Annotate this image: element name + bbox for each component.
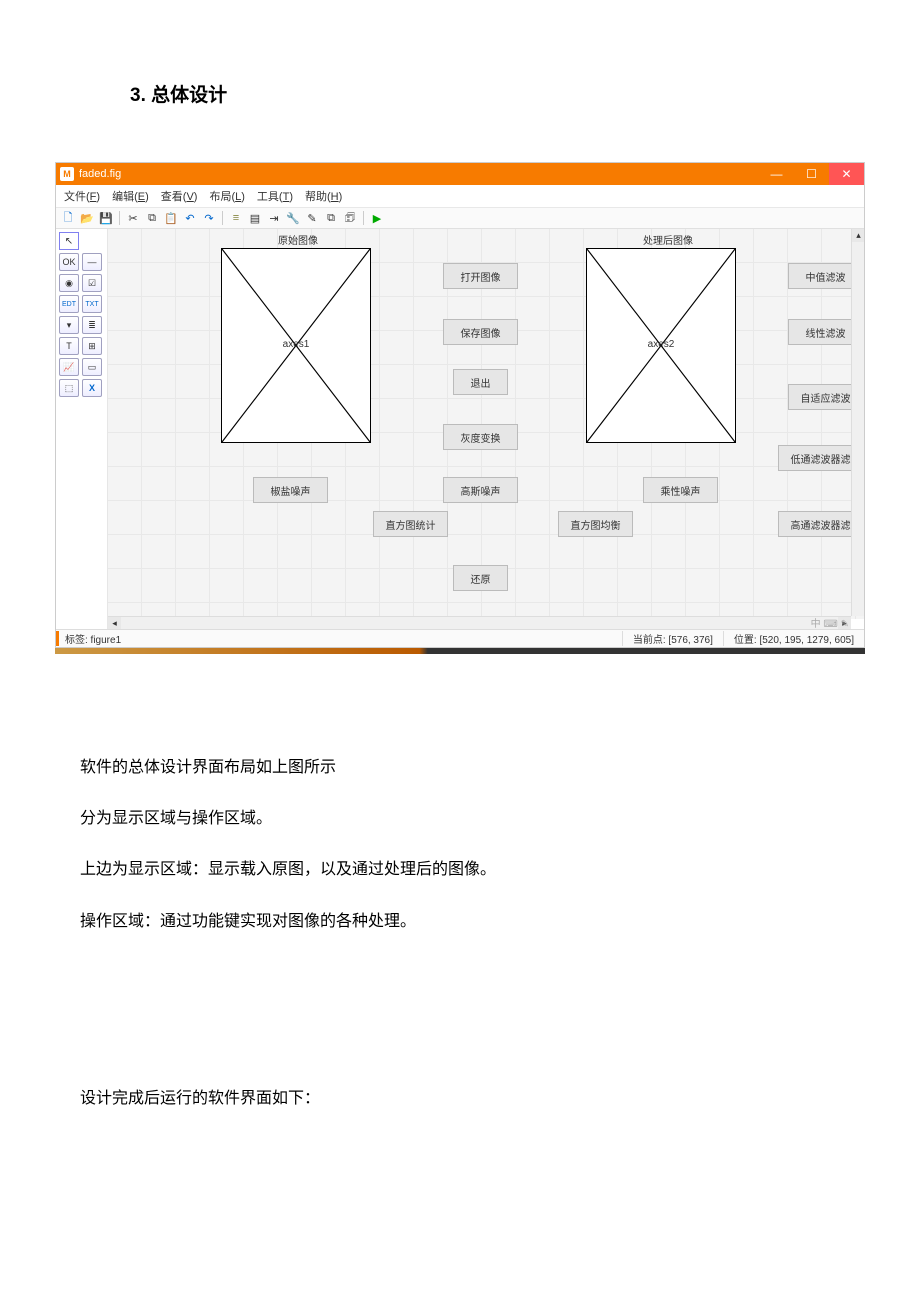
horizontal-scrollbar[interactable]: ◂ ▸ 中 ⌨ ✎	[108, 616, 851, 629]
toggle-tool[interactable]: T	[59, 337, 79, 355]
menu-edit[interactable]: 编辑(E)	[112, 188, 149, 204]
save-image-button[interactable]: 保存图像	[443, 319, 518, 345]
slider-tool[interactable]: —	[82, 253, 102, 271]
para-2: 分为显示区域与操作区域。	[80, 805, 840, 832]
guide-window: M faded.fig — ☐ ✕ 文件(F) 编辑(E) 查看(V) 布局(L…	[55, 162, 865, 648]
editor-icon[interactable]: ✎	[304, 210, 320, 226]
buttongroup-tool[interactable]: ⬚	[59, 379, 79, 397]
open-icon[interactable]: 📂	[79, 210, 95, 226]
tbed-icon[interactable]: 🔧	[285, 210, 301, 226]
axes2-title: 处理后图像	[643, 232, 693, 247]
text-tool[interactable]: TXT	[82, 295, 102, 313]
vertical-scrollbar[interactable]: ▴	[851, 229, 864, 616]
tabed-icon[interactable]: ⇥	[266, 210, 282, 226]
axes1-label: axes1	[283, 338, 310, 349]
section-heading: 3. 总体设计	[130, 80, 840, 107]
menu-help[interactable]: 帮助(H)	[305, 188, 342, 204]
gauss-noise-button[interactable]: 高斯噪声	[443, 477, 518, 503]
separator-icon	[363, 211, 364, 225]
status-position: 位置: [520, 195, 1279, 605]	[723, 631, 864, 646]
listbox-tool[interactable]: ≣	[82, 316, 102, 334]
redo-icon[interactable]: ↷	[201, 210, 217, 226]
title-bar: M faded.fig — ☐ ✕	[56, 163, 864, 185]
separator-icon	[222, 211, 223, 225]
edit-tool[interactable]: EDT	[59, 295, 79, 313]
axes1-title: 原始图像	[278, 232, 318, 247]
menu-file[interactable]: 文件(F)	[64, 188, 100, 204]
minimize-button[interactable]: —	[759, 163, 794, 185]
new-icon[interactable]: 🗋	[60, 210, 76, 226]
matlab-icon: M	[60, 167, 74, 181]
restore-button[interactable]: 还原	[453, 565, 508, 591]
exit-button[interactable]: 退出	[453, 369, 508, 395]
cut-icon[interactable]: ✂	[125, 210, 141, 226]
paste-icon[interactable]: 📋	[163, 210, 179, 226]
axes-tool[interactable]: 📈	[59, 358, 79, 376]
axes1[interactable]: axes1	[221, 248, 371, 443]
status-tag: 标签: figure1	[56, 631, 622, 646]
axes2-label: axes2	[648, 338, 675, 349]
para-5: 设计完成后运行的软件界面如下：	[80, 1085, 840, 1112]
menu-bar: 文件(F) 编辑(E) 查看(V) 布局(L) 工具(T) 帮助(H)	[56, 185, 864, 208]
separator-icon	[119, 211, 120, 225]
close-button[interactable]: ✕	[829, 163, 864, 185]
status-current-point: 当前点: [576, 376]	[622, 631, 723, 646]
body-text: 软件的总体设计界面布局如上图所示 分为显示区域与操作区域。 上边为显示区域：显示…	[80, 754, 840, 1112]
undo-icon[interactable]: ↶	[182, 210, 198, 226]
menu-layout[interactable]: 布局(L)	[209, 188, 244, 204]
menued-icon[interactable]: ▤	[247, 210, 263, 226]
saltpepper-button[interactable]: 椒盐噪声	[253, 477, 328, 503]
copy-icon[interactable]: ⧉	[144, 210, 160, 226]
menu-tools[interactable]: 工具(T)	[257, 188, 293, 204]
design-canvas[interactable]: 原始图像 处理后图像 axes1 axes2 打开图像 保存图像	[108, 229, 864, 619]
menu-view[interactable]: 查看(V)	[161, 188, 198, 204]
propinsp-icon[interactable]: ⧉	[323, 210, 339, 226]
maximize-button[interactable]: ☐	[794, 163, 829, 185]
run-icon[interactable]: ▶	[369, 210, 385, 226]
popup-tool[interactable]: ▾	[59, 316, 79, 334]
para-1: 软件的总体设计界面布局如上图所示	[80, 754, 840, 781]
open-image-button[interactable]: 打开图像	[443, 263, 518, 289]
radio-tool[interactable]: ◉	[59, 274, 79, 292]
objbr-icon[interactable]: 🗊	[342, 210, 358, 226]
component-palette: ↖ OK — ◉ ☑ EDT TXT ▾ ≣ T	[56, 229, 108, 629]
checkbox-tool[interactable]: ☑	[82, 274, 102, 292]
scroll-up-icon[interactable]: ▴	[852, 229, 864, 242]
hist-eq-button[interactable]: 直方图均衡	[558, 511, 633, 537]
toolbar: 🗋 📂 💾 ✂ ⧉ 📋 ↶ ↷ ≡ ▤ ⇥ 🔧 ✎ ⧉ 🗊 ▶	[56, 208, 864, 229]
save-icon[interactable]: 💾	[98, 210, 114, 226]
status-bar: 标签: figure1 当前点: [576, 376] 位置: [520, 19…	[56, 629, 864, 647]
pushbutton-tool[interactable]: OK	[59, 253, 79, 271]
work-area: ↖ OK — ◉ ☑ EDT TXT ▾ ≣ T	[56, 229, 864, 629]
gray-button[interactable]: 灰度变换	[443, 424, 518, 450]
scroll-left-icon[interactable]: ◂	[108, 617, 121, 629]
divider	[55, 648, 865, 654]
para-3: 上边为显示区域：显示载入原图，以及通过处理后的图像。	[80, 856, 840, 883]
hist-stat-button[interactable]: 直方图统计	[373, 511, 448, 537]
align-icon[interactable]: ≡	[228, 210, 244, 226]
ime-indicator: 中 ⌨ ✎	[811, 615, 849, 629]
table-tool[interactable]: ⊞	[82, 337, 102, 355]
axes2[interactable]: axes2	[586, 248, 736, 443]
window-title: faded.fig	[79, 168, 759, 180]
panel-tool[interactable]: ▭	[82, 358, 102, 376]
mult-noise-button[interactable]: 乘性噪声	[643, 477, 718, 503]
select-tool[interactable]: ↖	[59, 232, 79, 250]
para-4: 操作区域：通过功能键实现对图像的各种处理。	[80, 908, 840, 935]
activex-tool[interactable]: X	[82, 379, 102, 397]
